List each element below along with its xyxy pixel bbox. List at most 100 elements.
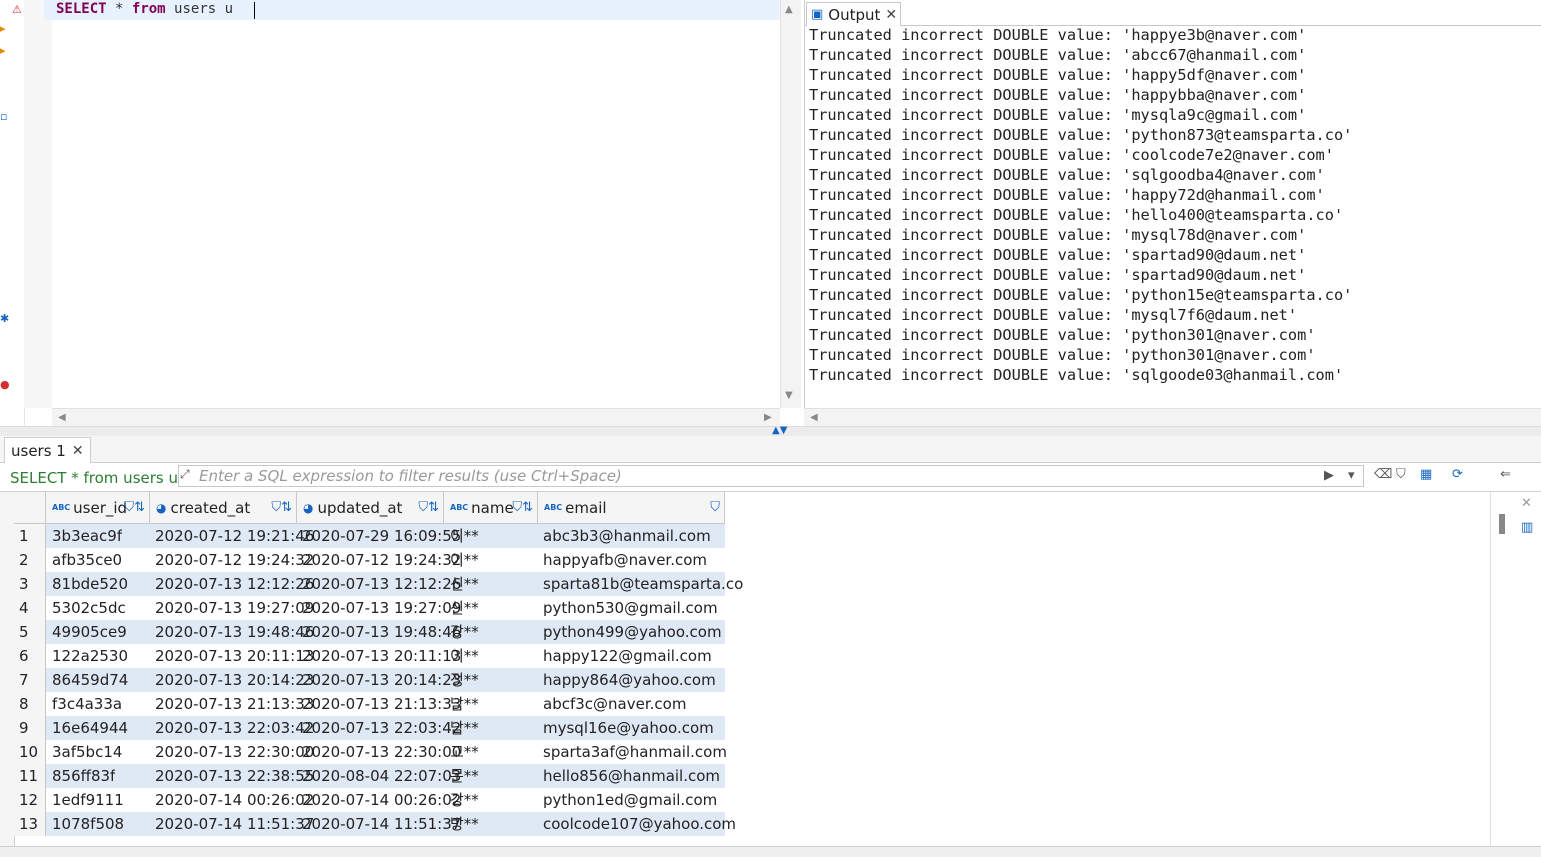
cell-name[interactable]: 남** (450, 692, 479, 716)
cell-name[interactable]: 이** (450, 524, 479, 548)
cell-user-id[interactable]: 86459d74 (52, 668, 128, 692)
row-number[interactable]: 6 (14, 644, 46, 668)
cell-created-at[interactable]: 2020-07-13 19:48:46 (155, 620, 314, 644)
row-number[interactable]: 11 (14, 764, 46, 788)
expand-icon[interactable]: ⤢ (180, 467, 190, 482)
cell-updated-at[interactable]: 2020-07-13 20:11:13 (302, 644, 461, 668)
scroll-left-icon[interactable]: ◀ (58, 412, 66, 423)
column-header-updated-at[interactable]: ◕ updated_at ⛉⇅ (297, 492, 444, 523)
editor-horizontal-scrollbar[interactable]: ◀ ▶ (52, 408, 780, 427)
explain-icon[interactable]: ▸ (0, 44, 6, 57)
cell-email[interactable]: python530@gmail.com (543, 596, 718, 620)
column-header-created-at[interactable]: ◕ created_at ⛉⇅ (150, 492, 297, 523)
cell-created-at[interactable]: 2020-07-13 22:38:55 (155, 764, 314, 788)
cell-name[interactable]: 이** (450, 548, 479, 572)
cell-email[interactable]: sparta3af@hanmail.com (543, 740, 727, 764)
cell-updated-at[interactable]: 2020-07-13 20:14:23 (302, 668, 461, 692)
cell-created-at[interactable]: 2020-07-12 19:24:32 (155, 548, 314, 572)
cell-name[interactable]: 고** (450, 740, 479, 764)
row-number[interactable]: 7 (14, 668, 46, 692)
cell-updated-at[interactable]: 2020-07-12 19:24:32 (302, 548, 461, 572)
cell-email[interactable]: abcf3c@naver.com (543, 692, 686, 716)
cell-updated-at[interactable]: 2020-08-04 22:07:03 (302, 764, 461, 788)
query-label[interactable]: SELECT * from users u (10, 469, 178, 487)
row-number[interactable]: 4 (14, 596, 46, 620)
cell-created-at[interactable]: 2020-07-14 00:26:02 (155, 788, 314, 812)
collapse-icon[interactable]: ▲▼ (772, 425, 787, 436)
cell-created-at[interactable]: 2020-07-13 20:11:13 (155, 644, 314, 668)
back-icon[interactable]: ⇐ (1500, 467, 1511, 482)
cell-name[interactable]: 강** (450, 620, 479, 644)
cell-name[interactable]: 신** (450, 572, 479, 596)
cell-created-at[interactable]: 2020-07-13 22:03:42 (155, 716, 314, 740)
row-number[interactable]: 3 (14, 572, 46, 596)
cell-updated-at[interactable]: 2020-07-13 19:27:09 (302, 596, 461, 620)
row-number[interactable]: 13 (14, 812, 46, 836)
script-icon[interactable]: ▫ (0, 110, 7, 123)
cell-name[interactable]: 이** (450, 644, 479, 668)
sql-editor[interactable] (52, 0, 780, 408)
cell-user-id[interactable]: 16e64944 (52, 716, 128, 740)
row-number[interactable]: 2 (14, 548, 46, 572)
tab-users-1[interactable]: users 1 ✕ (4, 437, 91, 463)
eraser-icon[interactable]: ⌫ (1374, 467, 1392, 482)
cell-created-at[interactable]: 2020-07-13 22:30:00 (155, 740, 314, 764)
cell-email[interactable]: python1ed@gmail.com (543, 788, 717, 812)
apply-filter-icon[interactable]: ▶ (1324, 468, 1334, 483)
cell-updated-at[interactable]: 2020-07-13 22:03:42 (302, 716, 461, 740)
cell-email[interactable]: happy122@gmail.com (543, 644, 712, 668)
cell-user-id[interactable]: 1edf9111 (52, 788, 124, 812)
cell-user-id[interactable]: 856ff83f (52, 764, 115, 788)
cell-name[interactable]: 정** (450, 668, 479, 692)
close-icon[interactable]: ✕ (72, 443, 84, 459)
cell-user-id[interactable]: afb35ce0 (52, 548, 122, 572)
cell-updated-at[interactable]: 2020-07-29 16:09:55 (302, 524, 461, 548)
sql-statement[interactable]: SELECT * from users u (56, 1, 233, 17)
cell-updated-at[interactable]: 2020-07-13 22:30:00 (302, 740, 461, 764)
warning-icon[interactable]: ⚠ (12, 3, 22, 16)
settings-icon[interactable]: ✱ (0, 312, 9, 325)
cell-created-at[interactable]: 2020-07-13 20:14:23 (155, 668, 314, 692)
filter-sort-icon[interactable]: ⛉⇅ (418, 500, 439, 515)
cell-email[interactable]: happy864@yahoo.com (543, 668, 716, 692)
cell-user-id[interactable]: 1078f508 (52, 812, 124, 836)
cell-user-id[interactable]: 122a2530 (52, 644, 128, 668)
lock-icon[interactable]: ● (0, 378, 10, 391)
save-filter-icon[interactable]: ▦ (1420, 467, 1432, 482)
cell-name[interactable]: 방** (450, 812, 479, 836)
cell-email[interactable]: hello856@hanmail.com (543, 764, 720, 788)
grid-vertical-scroll-thumb[interactable] (1499, 514, 1505, 534)
scroll-left-icon[interactable]: ◀ (810, 412, 818, 423)
cell-created-at[interactable]: 2020-07-13 19:27:09 (155, 596, 314, 620)
column-header-email[interactable]: ABC email ⛉ (538, 492, 725, 523)
column-header-user-id[interactable]: ABC user_id ⛉⇅ (46, 492, 150, 523)
cell-email[interactable]: happyafb@naver.com (543, 548, 707, 572)
cell-updated-at[interactable]: 2020-07-13 12:12:26 (302, 572, 461, 596)
filter-input[interactable]: Enter a SQL expression to filter results… (178, 465, 1364, 487)
cell-updated-at[interactable]: 2020-07-13 21:13:33 (302, 692, 461, 716)
run-icon[interactable]: ▸ (0, 22, 6, 35)
cell-user-id[interactable]: 5302c5dc (52, 596, 126, 620)
row-number[interactable]: 9 (14, 716, 46, 740)
cell-user-id[interactable]: 81bde520 (52, 572, 128, 596)
cell-created-at[interactable]: 2020-07-13 12:12:26 (155, 572, 314, 596)
cell-user-id[interactable]: 49905ce9 (52, 620, 127, 644)
refresh-icon[interactable]: ⟳ (1452, 467, 1463, 482)
filter-history-icon[interactable]: ▾ (1348, 468, 1355, 483)
cell-email[interactable]: sparta81b@teamsparta.co (543, 572, 743, 596)
cell-updated-at[interactable]: 2020-07-14 11:51:37 (302, 812, 461, 836)
filter-sort-icon[interactable]: ⛉⇅ (271, 500, 292, 515)
cell-email[interactable]: python499@yahoo.com (543, 620, 722, 644)
close-icon[interactable]: ✕ (885, 7, 897, 23)
output-horizontal-scrollbar[interactable]: ◀ (804, 408, 1541, 427)
cell-created-at[interactable]: 2020-07-12 19:21:46 (155, 524, 314, 548)
cell-name[interactable]: 남** (450, 716, 479, 740)
grid-corner[interactable] (14, 492, 46, 523)
cell-email[interactable]: coolcode107@yahoo.com (543, 812, 736, 836)
cell-updated-at[interactable]: 2020-07-14 00:26:02 (302, 788, 461, 812)
cell-updated-at[interactable]: 2020-07-13 19:48:46 (302, 620, 461, 644)
filter-sort-icon[interactable]: ⛉⇅ (512, 500, 533, 515)
row-number[interactable]: 8 (14, 692, 46, 716)
cell-created-at[interactable]: 2020-07-14 11:51:37 (155, 812, 314, 836)
cell-user-id[interactable]: f3c4a33a (52, 692, 122, 716)
